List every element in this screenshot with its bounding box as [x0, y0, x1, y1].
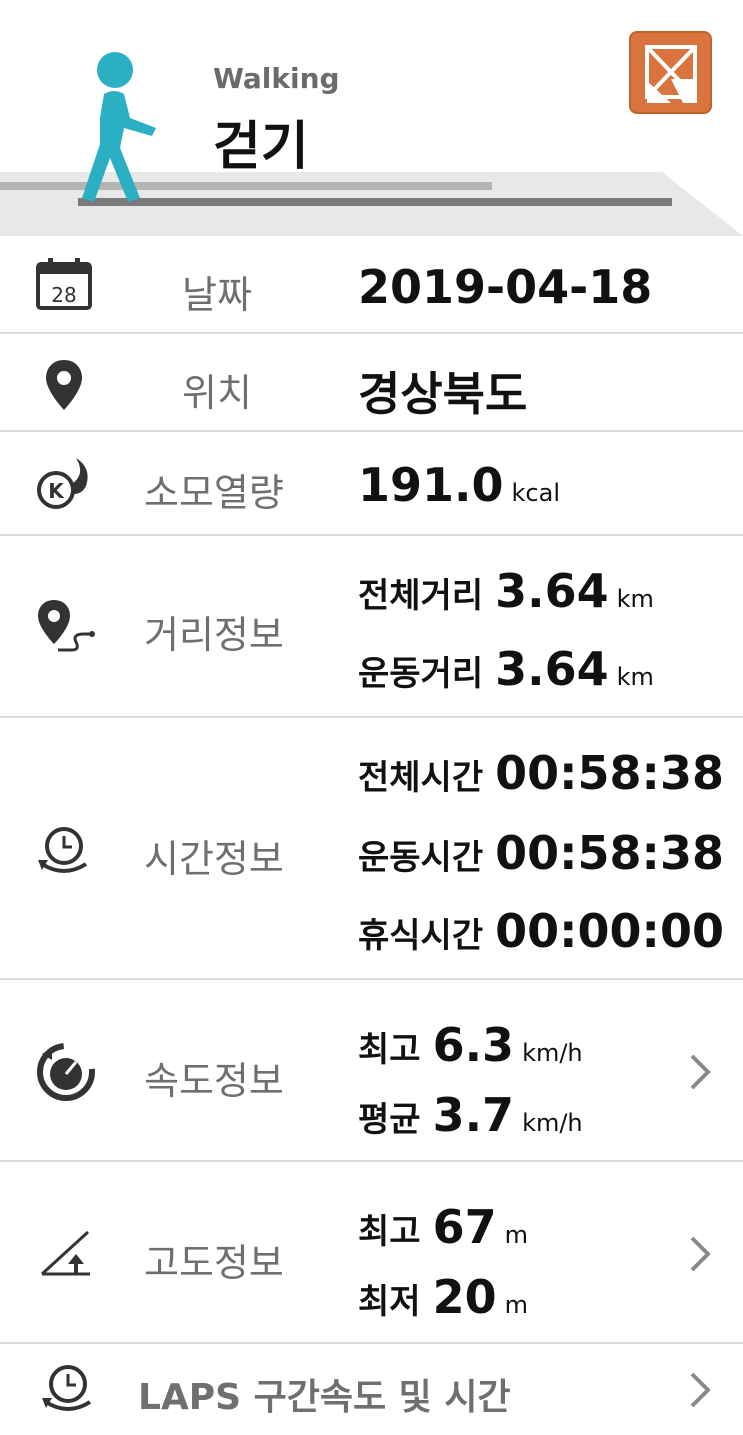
exercise-time-label: 운동시간 — [358, 838, 484, 878]
total-time-line: 전체시간 00:58:38 — [358, 746, 724, 800]
chevron-right-icon[interactable] — [686, 1234, 714, 1274]
share-button[interactable] — [629, 31, 712, 114]
chevron-right-icon[interactable] — [686, 1370, 714, 1410]
calories-unit: kcal — [511, 479, 560, 507]
total-time-value: 00:58:38 — [495, 746, 724, 800]
calories-row: K 소모열량 191.0 kcal — [0, 430, 743, 536]
date-value: 2019-04-18 — [358, 260, 653, 314]
altitude-row[interactable]: 고도정보 최고 67 m 최저 20 m — [0, 1160, 743, 1344]
max-altitude-value: 67 — [432, 1200, 497, 1254]
min-altitude-line: 최저 20 m — [358, 1270, 528, 1324]
max-speed-value: 6.3 — [432, 1018, 515, 1072]
exercise-distance-line: 운동거리 3.64 km — [358, 642, 654, 696]
altitude-icon — [40, 1230, 90, 1276]
total-time-label: 전체시간 — [358, 758, 484, 798]
calories-label: 소모열량 — [144, 471, 284, 515]
share-icon — [645, 45, 697, 103]
activity-header: Walking 걷기 — [0, 0, 743, 236]
exercise-distance-label: 운동거리 — [358, 654, 484, 694]
min-altitude-unit: m — [504, 1291, 528, 1319]
altitude-label: 고도정보 — [144, 1241, 284, 1285]
clock-icon — [38, 827, 88, 873]
speedometer-icon — [37, 1043, 95, 1101]
exercise-distance-unit: km — [616, 663, 654, 691]
time-label: 시간정보 — [144, 837, 284, 881]
calories-value-group: 191.0 kcal — [358, 458, 560, 512]
map-pin-icon — [46, 360, 82, 410]
exercise-time-value: 00:58:38 — [495, 826, 724, 880]
distance-row: 거리정보 전체거리 3.64 km 운동거리 3.64 km — [0, 534, 743, 718]
time-row: 시간정보 전체시간 00:58:38 운동시간 00:58:38 휴식시간 00:00… — [0, 716, 743, 980]
total-distance-value: 3.64 — [495, 564, 609, 618]
max-speed-label: 최고 — [358, 1030, 421, 1070]
calendar-icon-day: 28 — [51, 283, 76, 307]
total-distance-line: 전체거리 3.64 km — [358, 564, 654, 618]
avg-speed-unit: km/h — [522, 1109, 583, 1137]
date-label: 날짜 — [182, 273, 252, 317]
chevron-right-icon[interactable] — [686, 1052, 714, 1092]
calendar-icon: 28 — [36, 258, 92, 310]
max-altitude-line: 최고 67 m — [358, 1200, 528, 1254]
location-label: 위치 — [182, 371, 252, 415]
rest-time-value: 00:00:00 — [495, 904, 724, 958]
speed-row[interactable]: 속도정보 최고 6.3 km/h 평균 3.7 km/h — [0, 978, 743, 1162]
total-distance-label: 전체거리 — [358, 576, 484, 616]
avg-speed-line: 평균 3.7 km/h — [358, 1088, 583, 1142]
walking-person-icon — [82, 52, 156, 202]
avg-speed-label: 평균 — [358, 1100, 421, 1140]
date-row: 28 날짜 2019-04-18 — [0, 236, 743, 334]
laps-row[interactable]: LAPS 구간속도 및 시간 — [0, 1342, 743, 1435]
laps-label: LAPS 구간속도 및 시간 — [138, 1377, 511, 1418]
rest-time-label: 휴식시간 — [358, 916, 484, 956]
activity-title: 걷기 — [213, 117, 309, 177]
route-icon — [38, 600, 95, 652]
exercise-time-line: 운동시간 00:58:38 — [358, 826, 724, 880]
total-distance-unit: km — [616, 585, 654, 613]
max-altitude-unit: m — [504, 1221, 528, 1249]
distance-label: 거리정보 — [144, 613, 284, 657]
min-altitude-label: 최저 — [358, 1282, 421, 1322]
rest-time-line: 휴식시간 00:00:00 — [358, 904, 724, 958]
min-altitude-value: 20 — [432, 1270, 497, 1324]
speed-label: 속도정보 — [144, 1059, 284, 1103]
svg-text:K: K — [48, 479, 65, 503]
avg-speed-value: 3.7 — [432, 1088, 515, 1142]
calorie-icon: K — [37, 458, 88, 509]
exercise-distance-value: 3.64 — [495, 642, 609, 696]
max-speed-unit: km/h — [522, 1039, 583, 1067]
laps-clock-icon — [42, 1365, 92, 1411]
location-value: 경상북도 — [358, 367, 528, 421]
max-speed-line: 최고 6.3 km/h — [358, 1018, 583, 1072]
activity-subtitle: Walking — [213, 62, 340, 95]
location-row: 위치 경상북도 — [0, 332, 743, 432]
calories-value: 191.0 — [358, 458, 504, 512]
max-altitude-label: 최고 — [358, 1212, 421, 1252]
